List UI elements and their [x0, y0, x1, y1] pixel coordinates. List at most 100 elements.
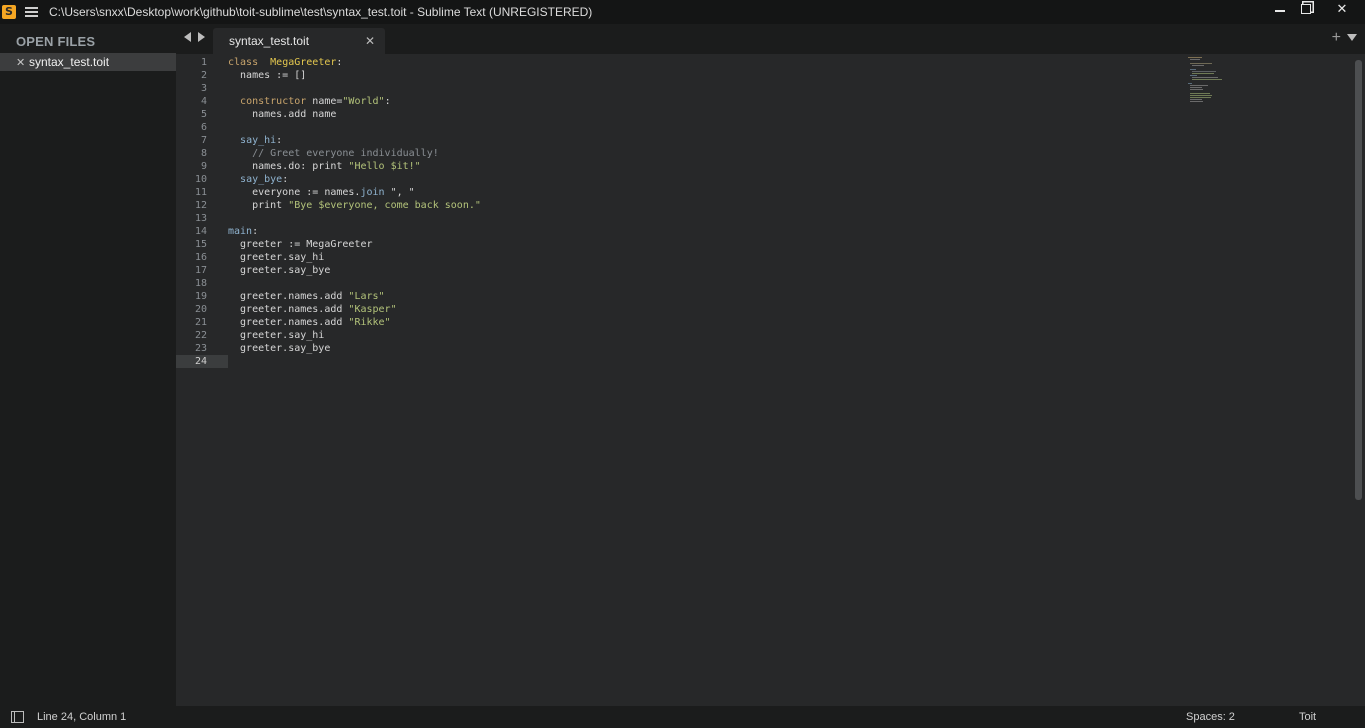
tab-close-icon[interactable]: ✕ [365, 34, 375, 48]
code-line[interactable] [228, 212, 1345, 225]
code-token: greeter.say_hi [228, 330, 325, 341]
code-token: MegaGreeter [270, 57, 337, 68]
syntax-selector[interactable]: Toit [1299, 711, 1316, 723]
code-token: greeter.say_bye [228, 265, 331, 276]
code-token: greeter.names.add [228, 304, 349, 315]
code-line[interactable]: greeter.names.add "Lars" [228, 290, 1345, 303]
line-number: 24 [176, 355, 228, 368]
line-number: 23 [194, 343, 207, 354]
code-token: "World" [342, 96, 385, 107]
line-number: 6 [200, 122, 207, 133]
code-token: greeter.names.add [228, 291, 349, 302]
chevron-left-icon[interactable] [184, 32, 191, 42]
line-number: 3 [200, 83, 207, 94]
restore-icon [1301, 4, 1311, 14]
code-token: say_hi [240, 135, 277, 146]
code-token: : [252, 226, 259, 237]
tab-nav [184, 32, 205, 42]
code-token: join [360, 187, 385, 198]
open-file-item[interactable]: ✕ syntax_test.toit [0, 53, 176, 71]
vertical-scrollbar[interactable] [1352, 58, 1365, 706]
code-line[interactable]: // Greet everyone individually! [228, 147, 1345, 160]
code-line[interactable]: print "Bye $everyone, come back soon." [228, 199, 1345, 212]
indentation-setting[interactable]: Spaces: 2 [1186, 711, 1235, 723]
code-token: say_bye [240, 174, 283, 185]
menu-hamburger-icon[interactable] [25, 7, 38, 17]
sublime-window: S C:\Users\snxx\Desktop\work\github\toit… [0, 0, 1365, 728]
code-token: greeter.say_hi [228, 252, 325, 263]
code-line[interactable]: greeter.say_bye [228, 264, 1345, 277]
line-number: 4 [200, 96, 207, 107]
line-number: 21 [194, 317, 207, 328]
scrollbar-thumb[interactable] [1355, 60, 1362, 500]
line-number: 19 [194, 291, 207, 302]
line-number: 5 [200, 109, 207, 120]
code-line[interactable]: greeter.say_hi [228, 329, 1345, 342]
window-controls: ✕ [1267, 0, 1365, 18]
code-line[interactable]: greeter.say_hi [228, 251, 1345, 264]
sidebar: OPEN FILES ✕ syntax_test.toit [0, 24, 176, 706]
code-line[interactable]: class MegaGreeter: [228, 56, 1345, 69]
line-number: 2 [200, 70, 207, 81]
line-number: 1 [200, 57, 207, 68]
line-number: 9 [200, 161, 207, 172]
window-title: C:\Users\snxx\Desktop\work\github\toit-s… [49, 5, 593, 19]
code-line[interactable] [228, 355, 1345, 368]
line-number: 7 [200, 135, 207, 146]
code-line[interactable] [228, 277, 1345, 290]
close-icon: ✕ [1336, 1, 1348, 16]
close-file-icon[interactable]: ✕ [16, 56, 26, 69]
line-number: 8 [200, 148, 207, 159]
code-token: constructor [240, 96, 307, 107]
tab-syntax-test[interactable]: syntax_test.toit ✕ [213, 28, 385, 54]
code-token: names.add name [228, 109, 337, 120]
code-line[interactable]: names.do: print "Hello $it!" [228, 160, 1345, 173]
minimize-button[interactable] [1267, 0, 1293, 18]
code-line[interactable]: greeter.names.add "Kasper" [228, 303, 1345, 316]
sublime-logo-icon: S [2, 5, 16, 19]
line-number: 11 [194, 187, 207, 198]
close-window-button[interactable]: ✕ [1319, 0, 1365, 18]
code-line[interactable]: greeter.say_bye [228, 342, 1345, 355]
code-area[interactable]: class MegaGreeter: names := [] construct… [228, 56, 1345, 368]
code-line[interactable] [228, 121, 1345, 134]
code-line[interactable]: main: [228, 225, 1345, 238]
minimize-icon [1275, 10, 1285, 12]
line-number: 20 [194, 304, 207, 315]
code-token: // Greet everyone individually! [252, 148, 439, 159]
line-number: 14 [194, 226, 207, 237]
title-bar: S C:\Users\snxx\Desktop\work\github\toit… [0, 0, 1365, 24]
code-line[interactable] [228, 82, 1345, 95]
sidebar-toggle-icon[interactable] [11, 711, 24, 723]
code-line[interactable]: constructor name="World": [228, 95, 1345, 108]
chevron-right-icon[interactable] [198, 32, 205, 42]
minimap[interactable] [1185, 56, 1345, 116]
code-editor[interactable]: 1 2 3 4 5 6 7 8 9 10 11 12 13 14 15 16 17 18 19 20 21 22 23 24 … [176, 54, 1365, 706]
code-token: names.do: print [228, 161, 349, 172]
open-files-heading: OPEN FILES [16, 34, 96, 49]
code-token: greeter := MegaGreeter [228, 239, 373, 250]
code-line[interactable]: everyone := names.join ", " [228, 186, 1345, 199]
line-number-gutter: 1 2 3 4 5 6 7 8 9 10 11 12 13 14 15 16 17 18 19 20 21 22 23 24 [176, 56, 228, 368]
maximize-button[interactable] [1293, 0, 1319, 18]
code-line[interactable]: say_hi: [228, 134, 1345, 147]
code-token: everyone := names. [228, 187, 361, 198]
code-token: greeter.say_bye [228, 343, 331, 354]
line-number: 18 [194, 278, 207, 289]
code-line[interactable]: greeter := MegaGreeter [228, 238, 1345, 251]
code-token: : [384, 96, 391, 107]
tab-menu-chevron-down-icon[interactable] [1347, 34, 1357, 41]
new-tab-plus-icon[interactable]: + [1332, 29, 1341, 47]
code-line[interactable]: say_bye: [228, 173, 1345, 186]
code-token: main [228, 226, 253, 237]
code-line[interactable]: greeter.names.add "Rikke" [228, 316, 1345, 329]
code-token: class [228, 57, 259, 68]
code-token: "Rikke" [348, 317, 391, 328]
code-token: name= [306, 96, 343, 107]
code-line[interactable]: names := [] [228, 69, 1345, 82]
code-line[interactable]: names.add name [228, 108, 1345, 121]
